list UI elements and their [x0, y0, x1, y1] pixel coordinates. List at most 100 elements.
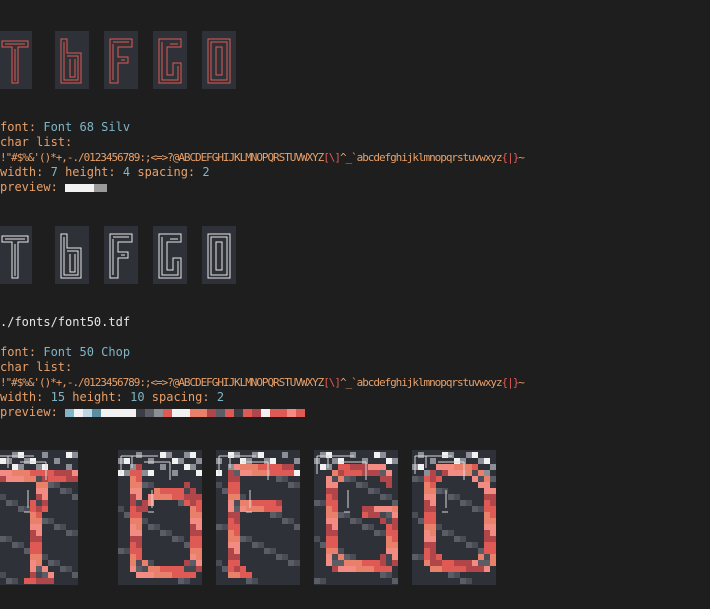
- glyph-tile-f: [104, 226, 138, 284]
- preview-swatch: [225, 408, 234, 417]
- charlist-label-line: char list:: [0, 135, 72, 150]
- spacing-value: 2: [202, 165, 210, 179]
- preview-label-2: preview:: [0, 405, 58, 419]
- preview-swatch: [171, 408, 181, 417]
- preview-swatch: [198, 408, 208, 417]
- preview-swatch: [251, 408, 261, 417]
- glyph-o: [207, 233, 231, 279]
- preview-swatch: [180, 408, 190, 417]
- glyph-tile-f: [104, 31, 138, 89]
- preview-swatch: [109, 408, 119, 417]
- big-glyph-tile-o: [412, 450, 496, 585]
- preview-swatch: [100, 408, 110, 417]
- font-name-2: Font 50 Chop: [43, 345, 131, 359]
- chars-part-c: ^_`abcdefghijklmnopqrstuvwxyz: [339, 151, 503, 164]
- big-glyph-b: [118, 452, 202, 584]
- glyph-tile-o: [202, 31, 236, 89]
- width-value-2: 15: [50, 390, 66, 404]
- charlist-label: char list:: [0, 135, 73, 149]
- preview-swatch: [207, 408, 217, 417]
- width-label: width:: [0, 165, 44, 179]
- preview-swatch: [82, 408, 92, 417]
- glyph-tile-t: [0, 31, 32, 89]
- width-label-2: width:: [0, 390, 44, 404]
- preview-line: preview:: [0, 180, 107, 195]
- big-glyph-o: [412, 452, 496, 584]
- glyph-f: [109, 233, 133, 279]
- preview-swatch: [73, 408, 83, 417]
- charlist-line-2: !"#$%&'()*+,-./0123456789:;<=>?@ABCDEFGH…: [0, 375, 525, 390]
- width-value: 7: [50, 165, 58, 179]
- preview-swatch: [296, 408, 306, 417]
- chars-part-e-2: ~: [518, 376, 525, 389]
- glyph-tile-b: [55, 31, 89, 89]
- chars-part-c-2: ^_`abcdefghijklmnopqrstuvwxyz: [339, 376, 503, 389]
- charlist-label-line-2: char list:: [0, 360, 72, 375]
- spacing-value-2: 2: [216, 390, 225, 404]
- chars-part-b: [\]: [323, 151, 341, 164]
- glyph-t: [1, 235, 29, 279]
- preview-bar: [65, 183, 107, 192]
- dimensions-line-2: width: 15 height: 10 spacing: 2: [0, 390, 224, 405]
- height-value: 4: [122, 165, 131, 179]
- preview-swatch: [278, 408, 288, 417]
- chars-part-b-2: [\]: [323, 376, 341, 389]
- chars-part-d-2: {|}: [501, 376, 520, 389]
- preview-swatch: [162, 408, 172, 417]
- font-label: font:: [0, 120, 37, 134]
- preview-swatch: [136, 408, 146, 417]
- big-glyph-tile-f: [216, 450, 300, 585]
- chars-part-e: ~: [518, 151, 525, 164]
- height-value-2: 10: [130, 390, 145, 404]
- preview-swatch: [127, 408, 137, 417]
- charlist-line: !"#$%&'()*+,-./0123456789:;<=>?@ABCDEFGH…: [0, 150, 525, 165]
- charlist-label-2: char list:: [0, 360, 73, 374]
- preview-swatch: [189, 408, 199, 417]
- font-label-2: font:: [0, 345, 37, 359]
- glyph-b: [60, 38, 82, 84]
- preview-swatch: [269, 408, 279, 417]
- glyph-b: [60, 233, 82, 279]
- preview-swatch: [153, 408, 163, 417]
- dimensions-line: width: 7 height: 4 spacing: 2: [0, 165, 210, 180]
- preview-swatch: [233, 408, 243, 417]
- file-path: ./fonts/font50.tdf: [0, 315, 131, 329]
- chars-part-a: !"#$%&'()*+,-./0123456789:;<=>?@ABCDEFGH…: [0, 151, 324, 164]
- big-glyph-tile-b: [118, 450, 202, 585]
- preview-swatch: [118, 408, 128, 417]
- glyph-g: [158, 233, 182, 279]
- glyph-tile-g: [153, 31, 187, 89]
- chars-part-d: {|}: [501, 151, 520, 164]
- glyph-t: [1, 40, 29, 84]
- glyph-tile-t: [0, 226, 32, 284]
- big-glyph-tile-t: [0, 450, 78, 585]
- preview-swatch: [242, 408, 252, 417]
- big-glyph-t: [0, 452, 78, 584]
- spacing-label-2: spacing:: [151, 390, 210, 404]
- big-glyph-tile-g: [314, 450, 398, 585]
- preview-bar-2: [65, 408, 306, 417]
- glyph-tile-g: [153, 226, 187, 284]
- font-name: Font 68 Silv: [43, 120, 131, 134]
- preview-swatch: [102, 183, 107, 192]
- glyph-o: [207, 38, 231, 84]
- big-glyph-f: [216, 452, 300, 584]
- preview-swatch: [260, 408, 270, 417]
- glyph-g: [158, 38, 182, 84]
- file-path-line: ./fonts/font50.tdf: [0, 315, 130, 330]
- glyph-tile-b: [55, 226, 89, 284]
- preview-swatch: [91, 408, 101, 417]
- preview-label: preview:: [0, 180, 58, 194]
- height-label-2: height:: [72, 390, 123, 404]
- glyph-f: [109, 38, 133, 84]
- font-name-line-2: font: Font 50 Chop: [0, 345, 130, 360]
- preview-swatch: [65, 408, 74, 417]
- glyph-tile-o: [202, 226, 236, 284]
- preview-swatch: [216, 408, 226, 417]
- preview-swatch: [145, 408, 154, 417]
- height-label: height:: [65, 165, 116, 179]
- spacing-label: spacing:: [137, 165, 196, 179]
- chars-part-a-2: !"#$%&'()*+,-./0123456789:;<=>?@ABCDEFGH…: [0, 376, 324, 389]
- preview-swatch: [287, 408, 297, 417]
- preview-line-2: preview:: [0, 405, 306, 420]
